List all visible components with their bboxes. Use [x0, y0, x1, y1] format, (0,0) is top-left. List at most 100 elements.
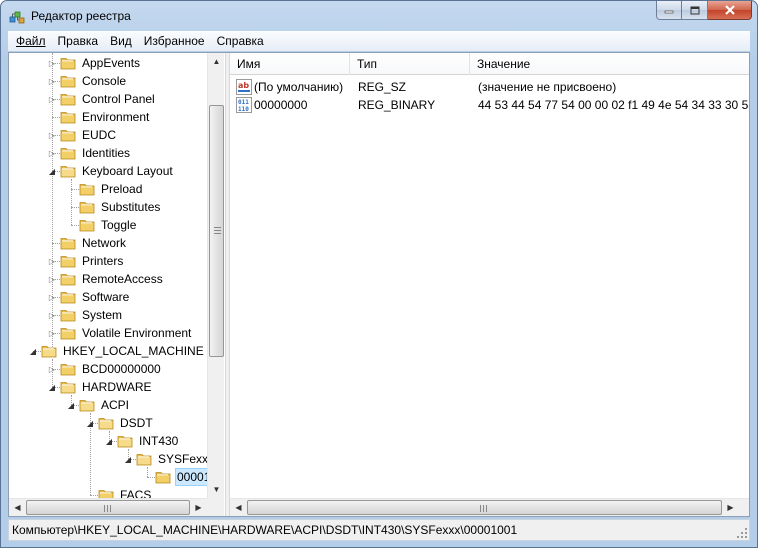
- list-horizontal-scrollbar[interactable]: ◀ ▶: [230, 498, 749, 516]
- folder-icon: [60, 148, 76, 160]
- list-horizontal-scroll-thumb[interactable]: [247, 500, 722, 515]
- collapse-arrow-icon[interactable]: ◢: [123, 454, 133, 464]
- tree-item-identities[interactable]: ▷ Identities: [47, 144, 132, 162]
- expand-arrow-icon[interactable]: ▷: [47, 274, 57, 284]
- scroll-right-arrow-icon[interactable]: ▶: [190, 499, 207, 516]
- tree-item-eudc[interactable]: ▷ EUDC: [47, 126, 118, 144]
- tree-item-label: ACPI: [101, 398, 130, 412]
- tree-item-printers[interactable]: ▷ Printers: [47, 252, 125, 270]
- tree-item-preload[interactable]: Preload: [66, 180, 144, 198]
- tree-item-hklm[interactable]: ◢ HKEY_LOCAL_MACHINE: [28, 342, 206, 360]
- value-row[interactable]: ab (По умолчанию) REG_SZ (значение не пр…: [230, 78, 749, 96]
- client-area: ▷ AppEvents ▷ Console ▷ Control Panel Environm…: [8, 52, 750, 517]
- expand-arrow-icon[interactable]: ▷: [47, 328, 57, 338]
- scroll-left-arrow-icon[interactable]: ◀: [9, 499, 26, 516]
- close-button[interactable]: [708, 1, 752, 20]
- column-header-type[interactable]: Тип: [350, 53, 470, 75]
- tree-item-label: RemoteAccess: [82, 272, 163, 286]
- tree-item-dsdt[interactable]: ◢ DSDT: [85, 414, 155, 432]
- tree-vertical-scroll-thumb[interactable]: [209, 105, 224, 357]
- tree-horizontal-scrollbar[interactable]: ◀ ▶: [9, 498, 207, 516]
- menu-edit-label: Правка: [57, 34, 99, 48]
- grip-line: [480, 505, 481, 512]
- tree-horizontal-scroll-thumb[interactable]: [26, 500, 190, 515]
- tree-item-console[interactable]: ▷ Console: [47, 72, 128, 90]
- collapse-arrow-icon[interactable]: ◢: [85, 418, 95, 428]
- menu-edit[interactable]: Правка: [52, 34, 105, 48]
- folder-open-icon: [79, 400, 95, 412]
- menu-help[interactable]: Справка: [211, 34, 270, 48]
- scroll-down-arrow-icon[interactable]: ▼: [208, 481, 225, 498]
- resize-grip-icon[interactable]: [736, 527, 748, 539]
- tree-item-toggle[interactable]: Toggle: [66, 216, 138, 234]
- scroll-right-arrow-icon[interactable]: ▶: [722, 499, 739, 516]
- grip-line: [486, 505, 487, 512]
- tree-item-system[interactable]: ▷ System: [47, 306, 124, 324]
- collapse-arrow-icon[interactable]: ◢: [47, 382, 57, 392]
- tree-item-substitutes[interactable]: Substitutes: [66, 198, 162, 216]
- collapse-arrow-icon[interactable]: ◢: [28, 346, 38, 356]
- folder-open-icon: [60, 382, 76, 394]
- column-header-name[interactable]: Имя: [230, 53, 350, 75]
- scroll-up-arrow-icon[interactable]: ▲: [208, 53, 225, 70]
- binary-value-icon: 011 110: [236, 97, 252, 113]
- tree-item-environment[interactable]: Environment: [47, 108, 151, 126]
- folder-icon: [60, 328, 76, 340]
- tree-item-facs[interactable]: FACS: [85, 486, 153, 498]
- folder-icon: [98, 490, 114, 498]
- tree-item-label: System: [82, 308, 123, 322]
- tree-item-acpi[interactable]: ◢ ACPI: [66, 396, 131, 414]
- maximize-button[interactable]: [682, 1, 708, 20]
- expand-arrow-icon[interactable]: ▷: [47, 310, 57, 320]
- value-name: (По умолчанию): [254, 80, 344, 94]
- minimize-button[interactable]: [656, 1, 682, 20]
- folder-icon: [60, 238, 76, 250]
- tree-item-int430[interactable]: ◢ INT430: [104, 432, 180, 450]
- expand-arrow-icon[interactable]: ▷: [47, 292, 57, 302]
- tree-item-sysfexxx[interactable]: ◢ SYSFexxx: [123, 450, 207, 468]
- value-row[interactable]: 011 110 00000000 REG_BINARY 44 53 44 54 …: [230, 96, 749, 114]
- menu-favorites[interactable]: Избранное: [138, 34, 211, 48]
- menu-bar: Файл Правка Вид Избранное Справка: [8, 31, 750, 51]
- tree-item-remoteaccess[interactable]: ▷ RemoteAccess: [47, 270, 165, 288]
- tree-item-software[interactable]: ▷ Software: [47, 288, 131, 306]
- tree-item-network[interactable]: Network: [47, 234, 128, 252]
- key-tree[interactable]: ▷ AppEvents ▷ Console ▷ Control Panel Environm…: [9, 53, 207, 498]
- expand-arrow-icon[interactable]: ▷: [47, 94, 57, 104]
- column-header-value[interactable]: Значение: [470, 53, 749, 75]
- menu-file[interactable]: Файл: [10, 34, 52, 48]
- grip-line: [214, 230, 221, 231]
- tree-item-k00001001[interactable]: 00001001: [142, 468, 207, 486]
- folder-icon: [60, 58, 76, 70]
- expand-arrow-icon[interactable]: ▷: [47, 256, 57, 266]
- tree-item-bcd[interactable]: ▷ BCD00000000: [47, 360, 163, 378]
- tree-item-volatile-environment[interactable]: ▷ Volatile Environment: [47, 324, 193, 342]
- expand-arrow-icon[interactable]: ▷: [47, 130, 57, 140]
- value-data: (значение не присвоено): [478, 80, 617, 94]
- tree-item-label: Printers: [82, 254, 124, 268]
- expand-arrow-icon[interactable]: ▷: [47, 58, 57, 68]
- tree-item-label: BCD00000000: [82, 362, 161, 376]
- tree-item-control-panel[interactable]: ▷ Control Panel: [47, 90, 157, 108]
- collapse-arrow-icon[interactable]: ◢: [104, 436, 114, 446]
- value-name: 00000000: [254, 98, 308, 112]
- collapse-arrow-icon[interactable]: ◢: [47, 166, 57, 176]
- tree-item-label: DSDT: [120, 416, 153, 430]
- close-icon: [724, 5, 735, 15]
- tree-item-hardware[interactable]: ◢ HARDWARE: [47, 378, 154, 396]
- collapse-arrow-icon[interactable]: ◢: [66, 400, 76, 410]
- expand-arrow-icon[interactable]: ▷: [47, 76, 57, 86]
- menu-view[interactable]: Вид: [104, 34, 138, 48]
- scrollbar-corner: [207, 498, 224, 516]
- title-bar[interactable]: Редактор реестра: [1, 1, 757, 31]
- tree-item-appevents[interactable]: ▷ AppEvents: [47, 54, 142, 72]
- expand-arrow-icon[interactable]: ▷: [47, 364, 57, 374]
- expand-arrow-icon[interactable]: ▷: [47, 148, 57, 158]
- tree-vertical-scrollbar[interactable]: ▲ ▼: [207, 53, 224, 498]
- grip-line: [110, 505, 111, 512]
- tree-item-keyboard-layout[interactable]: ◢ Keyboard Layout: [47, 162, 175, 180]
- folder-icon: [60, 112, 76, 124]
- scroll-left-arrow-icon[interactable]: ◀: [230, 499, 247, 516]
